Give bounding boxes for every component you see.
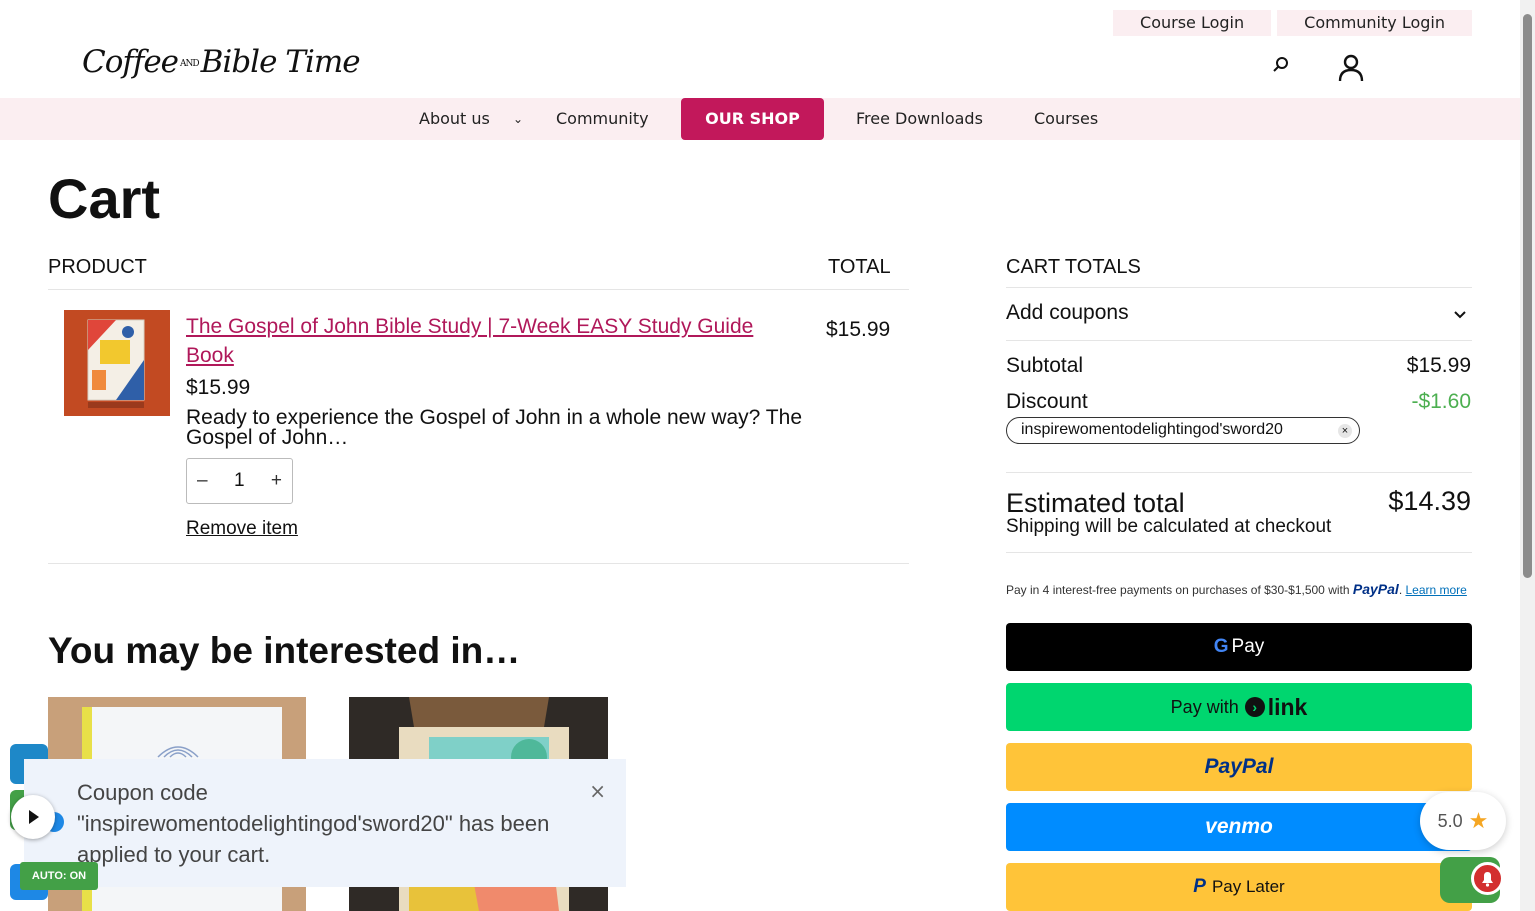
coupon-code: inspirewomentodelightingod'sword20 <box>1021 421 1283 438</box>
rating-badge[interactable]: 5.0 ★ <box>1420 792 1506 850</box>
divider <box>1006 340 1472 341</box>
cart-totals-heading: CART TOTALS <box>1006 256 1141 278</box>
remove-item-link[interactable]: Remove item <box>186 518 298 540</box>
paypal-pay-in-4-message: Pay in 4 interest-free payments on purch… <box>1006 581 1467 597</box>
paypal-learn-more-link[interactable]: Learn more <box>1405 583 1466 597</box>
link-prefix: Pay with <box>1170 696 1239 717</box>
search-icon[interactable] <box>1272 56 1290 78</box>
auto-toggle-badge[interactable]: AUTO: ON <box>20 862 98 890</box>
close-icon[interactable]: × <box>589 779 606 803</box>
pay-later-label: Pay Later <box>1211 877 1285 896</box>
logo-text: Coffee <box>82 44 179 80</box>
quantity-increase-button[interactable]: + <box>271 470 282 492</box>
link-arrow-icon: › <box>1244 697 1265 717</box>
nav-free-downloads[interactable]: Free Downloads <box>856 98 983 140</box>
bell-icon <box>1482 872 1493 887</box>
line-total: $15.99 <box>826 318 891 341</box>
account-icon[interactable] <box>1338 54 1364 86</box>
quantity-decrease-button[interactable]: – <box>197 470 208 492</box>
chevron-down-icon[interactable]: ⌄ <box>513 98 523 140</box>
product-column-header: PRODUCT <box>48 256 147 278</box>
estimated-total-value: $14.39 <box>1388 486 1471 516</box>
divider <box>48 289 909 290</box>
logo-and: AND <box>180 58 200 69</box>
quantity-input[interactable]: 1 <box>234 470 245 492</box>
star-icon: ★ <box>1468 808 1489 833</box>
discount-value: -$1.60 <box>1411 390 1471 413</box>
paypal-message-text: Pay in 4 interest-free payments on purch… <box>1006 583 1350 597</box>
remove-coupon-button[interactable]: × <box>1338 424 1352 438</box>
total-column-header: TOTAL <box>828 256 891 278</box>
divider <box>1006 472 1472 473</box>
divider <box>48 563 909 564</box>
product-price: $15.99 <box>186 376 251 399</box>
notice-message: Coupon code "inspirewomentodelightingod'… <box>77 780 550 867</box>
applied-coupon-chip: inspirewomentodelightingod'sword20 × <box>1006 417 1360 444</box>
play-button[interactable] <box>11 795 55 839</box>
nav-about[interactable]: About us <box>419 98 490 140</box>
course-login-link[interactable]: Course Login <box>1113 10 1272 36</box>
recommendations-heading: You may be interested in… <box>48 630 521 671</box>
venmo-button[interactable]: venmo <box>1006 803 1472 851</box>
top-links: Course Login Community Login <box>1113 10 1472 36</box>
nav-courses[interactable]: Courses <box>1034 98 1098 140</box>
quantity-stepper: – 1 + <box>186 458 293 504</box>
site-logo[interactable]: Coffee ANDBible Time <box>82 44 361 80</box>
main-nav: About us ⌄ Community OUR SHOP Free Downl… <box>0 98 1520 140</box>
google-g-icon: G <box>1213 636 1229 657</box>
paypal-logo: PayPal <box>1352 581 1399 597</box>
chevron-down-icon[interactable] <box>1453 306 1467 325</box>
nav-community[interactable]: Community <box>556 98 649 140</box>
product-title-link[interactable]: The Gospel of John Bible Study | 7-Week … <box>186 312 806 370</box>
scrollbar[interactable] <box>1520 0 1535 911</box>
estimated-total-label: Estimated total <box>1006 488 1185 518</box>
link-pay-button[interactable]: Pay with › link <box>1006 683 1472 731</box>
notification-badge[interactable] <box>1471 862 1504 895</box>
google-pay-button[interactable]: G Pay <box>1006 623 1472 671</box>
add-coupons-toggle[interactable]: Add coupons <box>1006 301 1129 325</box>
subtotal-value: $15.99 <box>1406 354 1471 377</box>
shipping-note: Shipping will be calculated at checkout <box>1006 516 1332 537</box>
community-login-link[interactable]: Community Login <box>1277 10 1472 36</box>
coupon-applied-notice: Coupon code "inspirewomentodelightingod'… <box>24 759 626 887</box>
paypal-label: PayPal <box>1204 755 1274 778</box>
link-brand: link <box>1267 693 1308 720</box>
subtotal-label: Subtotal <box>1006 354 1084 377</box>
product-description: Ready to experience the Gospel of John i… <box>186 406 802 449</box>
gpay-label: Pay <box>1231 636 1265 657</box>
scrollbar-thumb[interactable] <box>1523 14 1532 578</box>
page-title: Cart <box>48 167 161 230</box>
play-icon <box>29 810 39 824</box>
pay-later-button[interactable]: P Pay Later <box>1006 863 1472 911</box>
product-thumbnail[interactable] <box>64 310 170 416</box>
venmo-label: venmo <box>1205 815 1273 838</box>
paypal-p-icon: P <box>1193 876 1206 897</box>
paypal-button[interactable]: PayPal <box>1006 743 1472 791</box>
nav-our-shop[interactable]: OUR SHOP <box>681 98 824 140</box>
logo-text-2: Bible Time <box>200 44 361 80</box>
rating-value: 5.0 <box>1437 810 1463 831</box>
discount-label: Discount <box>1006 390 1088 413</box>
divider <box>1006 552 1472 553</box>
divider <box>1006 287 1472 288</box>
